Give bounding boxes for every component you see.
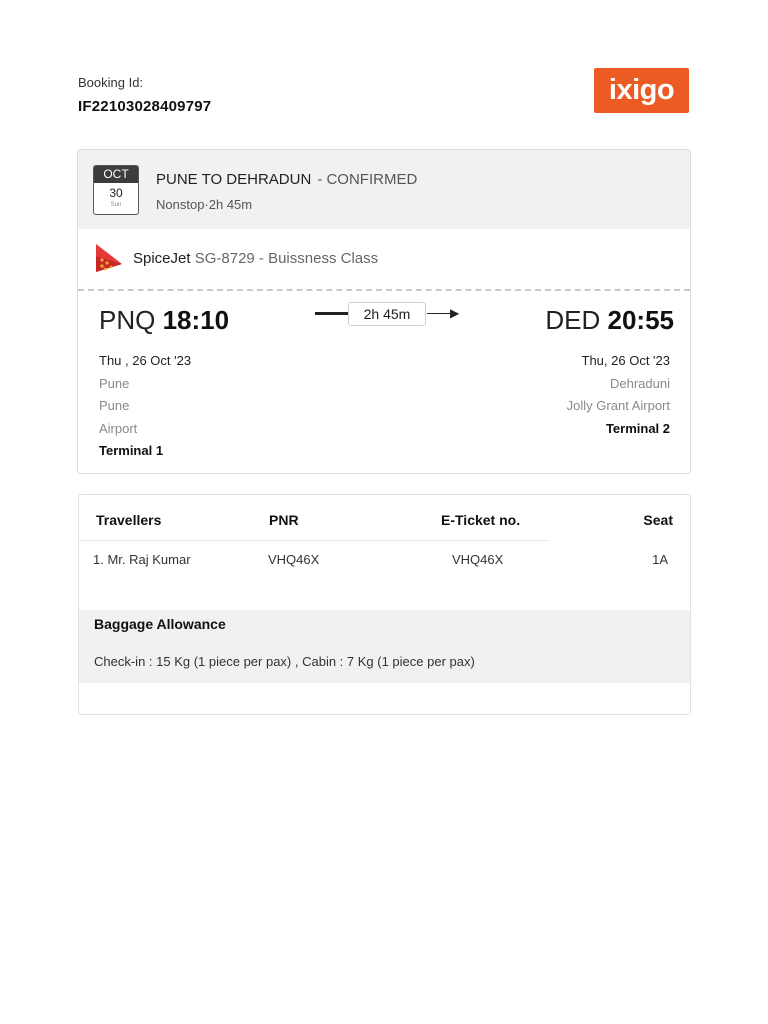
travellers-header: Travellers <box>96 512 162 528</box>
calendar-month: OCT <box>94 166 138 183</box>
traveller-seat: 1A <box>652 552 668 567</box>
arrival-city: Dehraduni <box>610 375 670 391</box>
calendar-day: 30 <box>109 186 123 200</box>
departure-city: Pune <box>99 375 130 391</box>
arrival-terminal: Terminal 2 <box>605 420 670 436</box>
eticket-header: E-Ticket no. <box>441 512 521 528</box>
flight-card-header: OCT 30 Sun PUNE TO DEHRADUN - CONFIRMED N… <box>78 150 690 229</box>
arrival-time: 20:55 <box>607 305 675 335</box>
divider <box>78 289 690 291</box>
duration-line-left <box>315 312 348 315</box>
departure-time: 18:10 <box>162 305 230 335</box>
table-header-divider <box>79 540 549 541</box>
arrival-airport: Jolly Grant Airport <box>566 398 670 413</box>
departure-details: Thu , 26 Oct '23 Pune Pune Airport Termi… <box>99 350 191 463</box>
travellers-card: Travellers PNR E-Ticket no. Seat 1. Mr. … <box>78 494 691 715</box>
arrival-code-time: DED 20:55 <box>545 305 674 336</box>
arrow-right-icon: ▶ <box>450 306 460 320</box>
departure-airport-line2: Airport <box>99 420 138 436</box>
arrival-date: Thu, 26 Oct '23 <box>581 353 670 368</box>
route-title: PUNE TO DEHRADUN - CONFIRMED <box>156 171 417 188</box>
pnr-header: PNR <box>269 512 299 528</box>
booking-id-label: Booking Id: <box>78 75 144 90</box>
arrival-airport-code: DED <box>545 305 601 335</box>
booking-status: - CONFIRMED <box>317 171 418 188</box>
traveller-pnr: VHQ46X <box>268 552 320 567</box>
departure-airport-code: PNQ <box>99 305 156 335</box>
route-cities: PUNE TO DEHRADUN <box>156 171 312 188</box>
flight-duration: 2h 45m <box>348 302 426 326</box>
departure-code-time: PNQ 18:10 <box>99 305 229 336</box>
departure-date: Thu , 26 Oct '23 <box>99 353 192 368</box>
airline-info: SpiceJet SG-8729 - Buissness Class <box>133 250 378 267</box>
flight-card: OCT 30 Sun PUNE TO DEHRADUN - CONFIRMED N… <box>77 149 691 474</box>
arrival-details: Thu, 26 Oct '23 Dehraduni Jolly Grant Ai… <box>567 350 670 440</box>
airline-name: SpiceJet <box>133 250 191 267</box>
departure-terminal: Terminal 1 <box>99 443 164 458</box>
spicejet-logo <box>96 244 122 272</box>
booking-id-value: IF22103028409797 <box>78 98 212 115</box>
baggage-title: Baggage Allowance <box>94 616 226 632</box>
traveller-eticket: VHQ46X <box>452 552 504 567</box>
flight-number-class: SG-8729 - Buissness Class <box>194 250 379 267</box>
departure-airport-line1: Pune <box>99 398 130 413</box>
ixigo-logo: ixigo <box>594 68 689 113</box>
seat-header: Seat <box>643 512 673 528</box>
traveller-name: 1. Mr. Raj Kumar <box>93 552 191 567</box>
baggage-details: Check-in : 15 Kg (1 piece per pax) , Cab… <box>94 654 475 669</box>
calendar-weekday: Sun <box>110 202 122 208</box>
calendar-icon: OCT 30 Sun <box>93 165 139 215</box>
route-summary: Nonstop·2h 45m <box>156 197 253 212</box>
